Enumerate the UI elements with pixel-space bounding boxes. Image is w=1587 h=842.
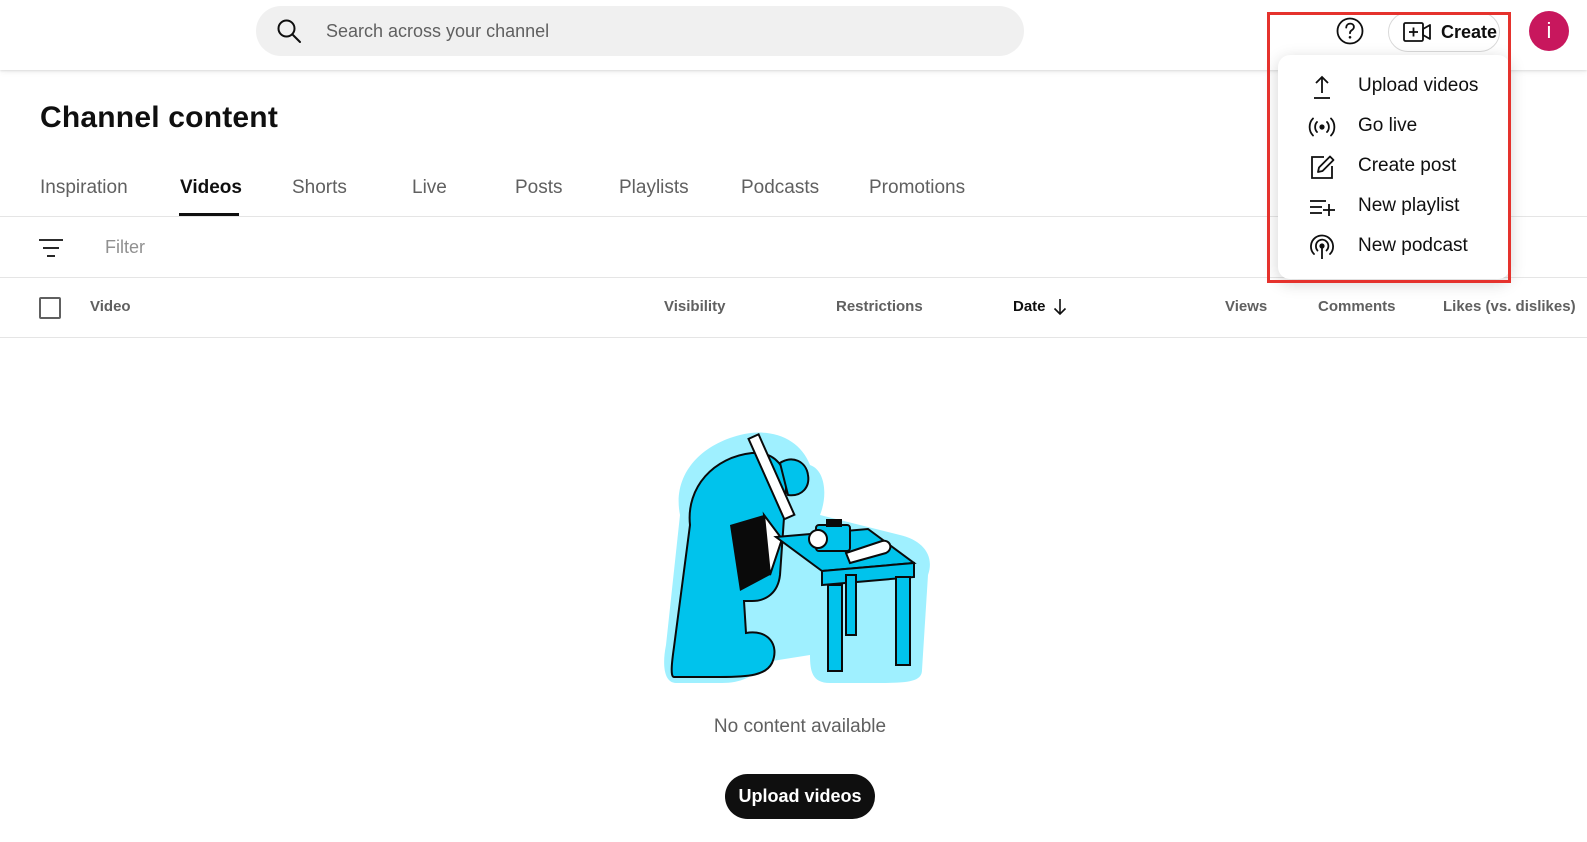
page-title: Channel content (40, 101, 279, 134)
empty-state-message: No content available (713, 716, 887, 737)
menu-item-go-live[interactable]: Go live (1278, 107, 1510, 147)
create-button-label: Create (1441, 21, 1498, 42)
tab-live[interactable]: Live (412, 177, 447, 199)
menu-item-label: New podcast (1358, 235, 1468, 256)
menu-item-upload-videos[interactable]: Upload videos (1278, 67, 1510, 107)
menu-item-create-post[interactable]: Create post (1278, 147, 1510, 187)
tab-shorts[interactable]: Shorts (292, 177, 347, 199)
column-comments: Comments (1318, 298, 1396, 315)
filter-icon[interactable] (38, 235, 64, 261)
select-all-checkbox[interactable] (39, 297, 61, 319)
tab-posts[interactable]: Posts (515, 177, 563, 199)
empty-state-illustration (664, 432, 930, 683)
menu-item-new-playlist[interactable]: New playlist (1278, 187, 1510, 227)
filter-input[interactable]: Filter (105, 237, 145, 258)
video-camera-add-icon (1403, 22, 1431, 42)
podcast-icon (1310, 234, 1334, 259)
help-icon[interactable] (1335, 16, 1365, 46)
tab-playlists[interactable]: Playlists (619, 177, 689, 199)
edit-post-icon (1311, 155, 1335, 179)
active-tab-indicator (179, 213, 239, 216)
search-input[interactable] (326, 6, 986, 56)
column-likes: Likes (vs. dislikes) (1443, 298, 1576, 315)
menu-item-label: Upload videos (1358, 75, 1479, 96)
tab-inspiration[interactable]: Inspiration (40, 177, 128, 199)
upload-icon (1314, 75, 1330, 99)
menu-item-label: Create post (1358, 155, 1457, 176)
column-views: Views (1225, 298, 1268, 315)
tab-podcasts[interactable]: Podcasts (741, 177, 819, 199)
upload-videos-button[interactable]: Upload videos (725, 774, 875, 819)
menu-item-new-podcast[interactable]: New podcast (1278, 227, 1510, 267)
create-button[interactable]: Create (1388, 12, 1500, 52)
column-visibility: Visibility (664, 298, 726, 315)
search-bar[interactable] (256, 6, 1024, 56)
tab-promotions[interactable]: Promotions (869, 177, 965, 199)
create-menu: Upload videos Go live Create post New pl… (1278, 55, 1510, 279)
live-broadcast-icon (1308, 117, 1336, 137)
menu-item-label: New playlist (1358, 195, 1460, 216)
sort-descending-icon[interactable] (1051, 297, 1069, 317)
menu-item-label: Go live (1358, 115, 1418, 136)
column-restrictions: Restrictions (836, 298, 923, 315)
column-video: Video (90, 298, 131, 315)
table-header: Video Visibility Restrictions Date Views… (0, 278, 1587, 338)
tab-videos[interactable]: Videos (180, 177, 242, 199)
playlist-add-icon (1310, 200, 1335, 216)
avatar[interactable]: i (1529, 11, 1569, 51)
column-date[interactable]: Date (1013, 298, 1046, 315)
search-icon (277, 19, 301, 43)
